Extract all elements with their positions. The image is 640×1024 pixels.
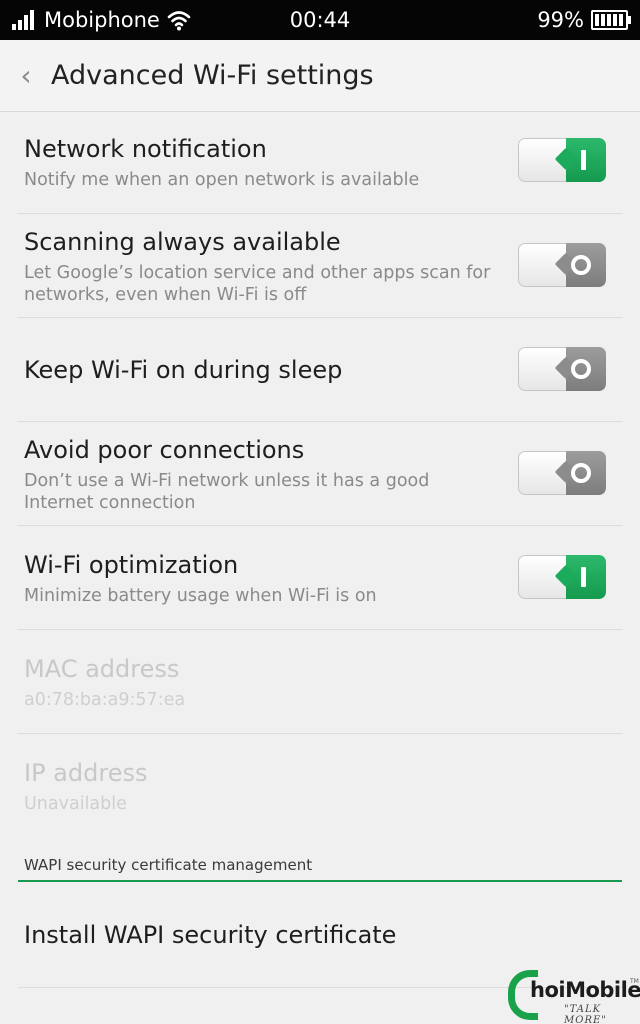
setting-summary: Let Google’s location service and other … <box>24 263 491 305</box>
setting-ip-address: IP address Unavailable <box>18 734 622 838</box>
status-bar: Mobiphone 00:44 99% <box>0 0 640 40</box>
wapi-category-header: WAPI security certificate management <box>24 856 313 874</box>
watermark-tagline: "TALK MORE" <box>564 1004 607 1024</box>
setting-summary: Minimize battery usage when Wi-Fi is on <box>24 586 377 606</box>
setting-summary: Notify me when an open network is availa… <box>24 170 420 190</box>
setting-label: Network notification <box>24 135 267 163</box>
setting-label: Keep Wi-Fi on during sleep <box>24 356 343 384</box>
watermark-tm: TM <box>630 978 639 985</box>
page-title: Advanced Wi-Fi settings <box>51 60 374 91</box>
keep-wifi-on-toggle[interactable] <box>518 347 606 391</box>
setting-keep-wifi-on-during-sleep[interactable]: Keep Wi-Fi on during sleep <box>18 318 622 422</box>
mac-address-value: a0:78:ba:a9:57:ea <box>24 690 186 710</box>
ip-address-value: Unavailable <box>24 794 127 814</box>
setting-mac-address: MAC address a0:78:ba:a9:57:ea <box>18 630 622 734</box>
setting-summary: Don’t use a Wi-Fi network unless it has … <box>24 471 430 513</box>
network-notification-toggle[interactable] <box>518 138 606 182</box>
scanning-always-available-toggle[interactable] <box>518 243 606 287</box>
battery-percentage: 99% <box>537 8 584 32</box>
signal-icon <box>12 10 38 30</box>
carrier-name: Mobiphone <box>44 8 160 32</box>
wifi-icon <box>167 11 191 31</box>
setting-label: Install WAPI security certificate <box>24 921 397 949</box>
setting-label: Avoid poor connections <box>24 436 305 464</box>
watermark-brand: hoiMobile <box>530 978 640 1002</box>
action-bar: ‹ Advanced Wi-Fi settings <box>0 40 640 112</box>
avoid-poor-connections-toggle[interactable] <box>518 451 606 495</box>
setting-scanning-always-available[interactable]: Scanning always available Let Google’s l… <box>18 214 622 318</box>
wifi-optimization-toggle[interactable] <box>518 555 606 599</box>
setting-network-notification[interactable]: Network notification Notify me when an o… <box>18 112 622 214</box>
setting-label: Wi-Fi optimization <box>24 551 239 579</box>
battery-icon <box>591 10 631 30</box>
setting-label: MAC address <box>24 655 180 683</box>
setting-label: Scanning always available <box>24 228 341 256</box>
chevron-left-icon[interactable]: ‹ <box>14 62 38 90</box>
setting-avoid-poor-connections[interactable]: Avoid poor connections Don’t use a Wi-Fi… <box>18 422 622 526</box>
watermark-logo: hoiMobile TM "TALK MORE" <box>506 968 640 1024</box>
setting-label: IP address <box>24 759 148 787</box>
setting-wifi-optimization[interactable]: Wi-Fi optimization Minimize battery usag… <box>18 526 622 630</box>
